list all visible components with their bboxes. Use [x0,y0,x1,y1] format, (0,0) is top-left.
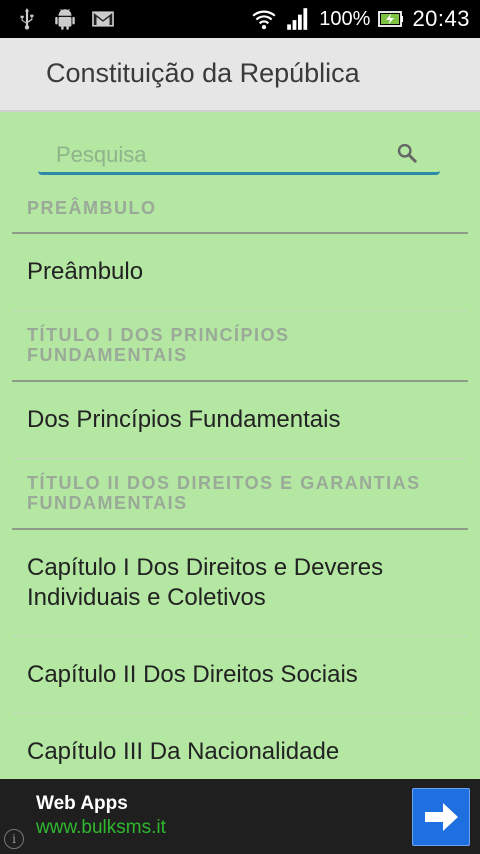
list-item-capitulo-2[interactable]: Capítulo II Dos Direitos Sociais [12,637,468,714]
search-icon[interactable] [396,142,418,164]
list-item-label: Preâmbulo [27,258,144,285]
ad-title[interactable]: Web Apps [36,793,128,815]
section-header-preambulo: PREÂMBULO [12,186,468,234]
list-item-label: Dos Princípios Fundamentais [27,406,341,433]
battery-percent: 100% [319,7,371,30]
arrow-right-icon [425,803,458,831]
ad-go-button[interactable] [412,788,470,846]
wifi-icon [252,10,276,30]
search-box[interactable] [38,136,440,175]
battery-charging-icon [378,11,404,27]
ad-info-icon[interactable]: i [4,829,24,849]
constitution-list: PREÂMBULO Preâmbulo TÍTULO I DOS PRINCÍP… [0,186,480,790]
status-bar: 100% 20:43 [0,0,480,38]
list-item-label: Capítulo III Da Nacionalidade [27,738,340,765]
notification-icons [14,6,116,32]
list-item-label: Capítulo II Dos Direitos Sociais [27,661,358,688]
clock: 20:43 [412,6,470,31]
page-title: Constituição da República [46,58,360,88]
list-item-principios-fundamentais[interactable]: Dos Princípios Fundamentais [12,382,468,459]
android-debug-icon [55,8,75,30]
ad-banner[interactable]: Web Apps www.bulksms.it i [0,779,480,854]
list-item-capitulo-1[interactable]: Capítulo I Dos Direitos e Deveres Indivi… [12,530,468,637]
section-header-titulo-1: TÍTULO I DOS PRINCÍPIOS FUNDAMENTAIS [12,311,468,382]
list-item-preambulo[interactable]: Preâmbulo [12,234,468,311]
system-status: 100% 20:43 [251,0,470,38]
section-header-titulo-2: TÍTULO II DOS DIREITOS E GARANTIAS FUNDA… [12,459,468,530]
search-input[interactable] [54,140,388,170]
usb-icon [20,8,34,30]
signal-icon [287,8,308,30]
action-bar: Constituição da República [0,38,480,112]
ad-url[interactable]: www.bulksms.it [36,817,166,839]
list-item-label: Capítulo I Dos Direitos e Deveres Indivi… [27,554,384,611]
gmail-icon [92,11,114,27]
